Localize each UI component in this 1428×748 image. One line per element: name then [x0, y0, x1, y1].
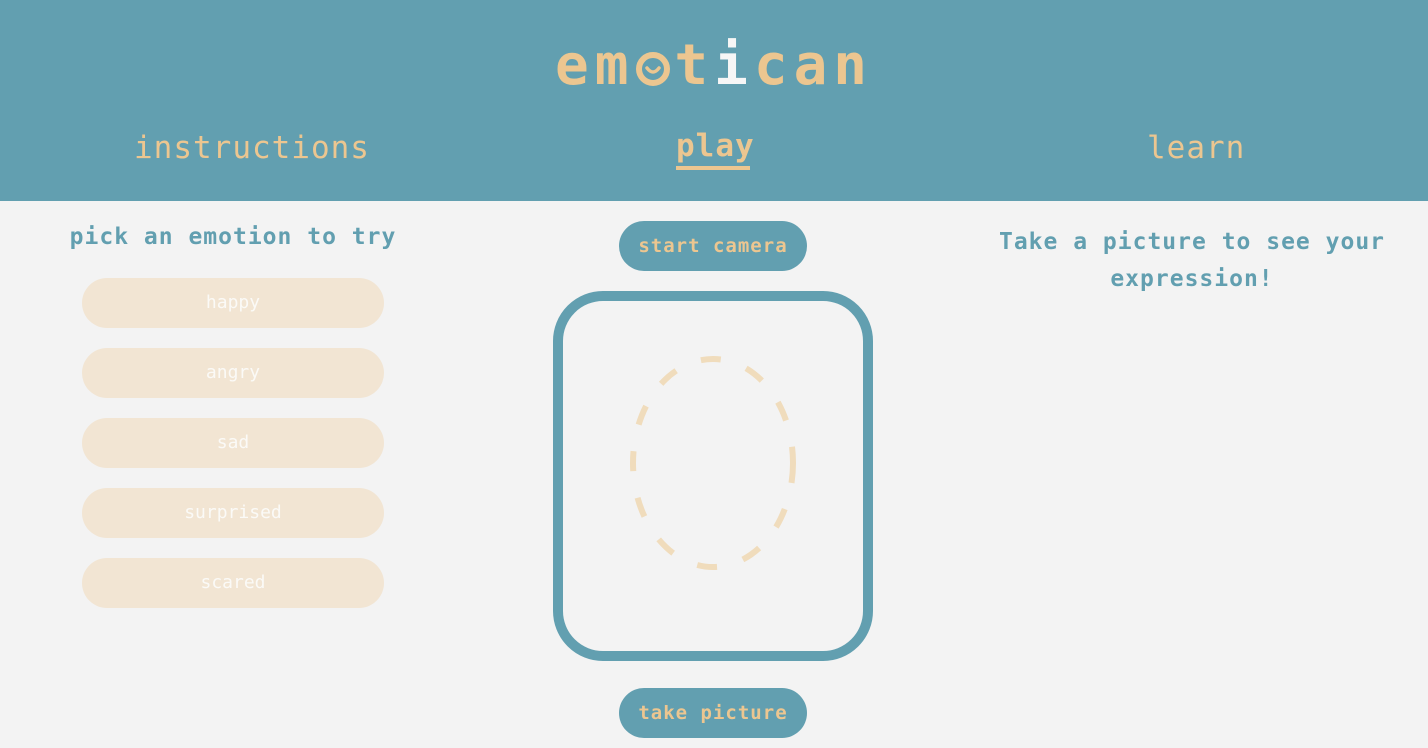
- app-header: em tican instructions play learn: [0, 0, 1428, 201]
- emotion-button-scared[interactable]: scared: [82, 558, 384, 608]
- nav-instructions[interactable]: instructions: [134, 126, 369, 170]
- logo-text-part3: i: [714, 33, 754, 98]
- emotion-button-surprised[interactable]: surprised: [82, 488, 384, 538]
- nav-learn[interactable]: learn: [1147, 126, 1244, 170]
- nav-play[interactable]: play: [676, 126, 754, 170]
- app-logo: em tican: [0, 30, 1428, 102]
- emotion-panel-title: pick an emotion to try: [69, 224, 397, 250]
- camera-viewport: [553, 291, 873, 661]
- start-camera-button[interactable]: start camera: [619, 221, 807, 271]
- result-message: Take a picture to see your expression!: [998, 229, 1386, 292]
- emotion-button-sad[interactable]: sad: [82, 418, 384, 468]
- take-picture-button[interactable]: take picture: [619, 688, 807, 738]
- dashed-oval-face-guide-icon: [630, 356, 796, 570]
- logo-text-part2: t: [674, 33, 715, 98]
- logo-text-part1: em: [554, 33, 635, 98]
- emotion-button-angry[interactable]: angry: [82, 348, 384, 398]
- smiley-face-icon: [636, 52, 671, 86]
- emotion-button-happy[interactable]: happy: [82, 278, 384, 328]
- logo-text-part4: can: [753, 33, 874, 98]
